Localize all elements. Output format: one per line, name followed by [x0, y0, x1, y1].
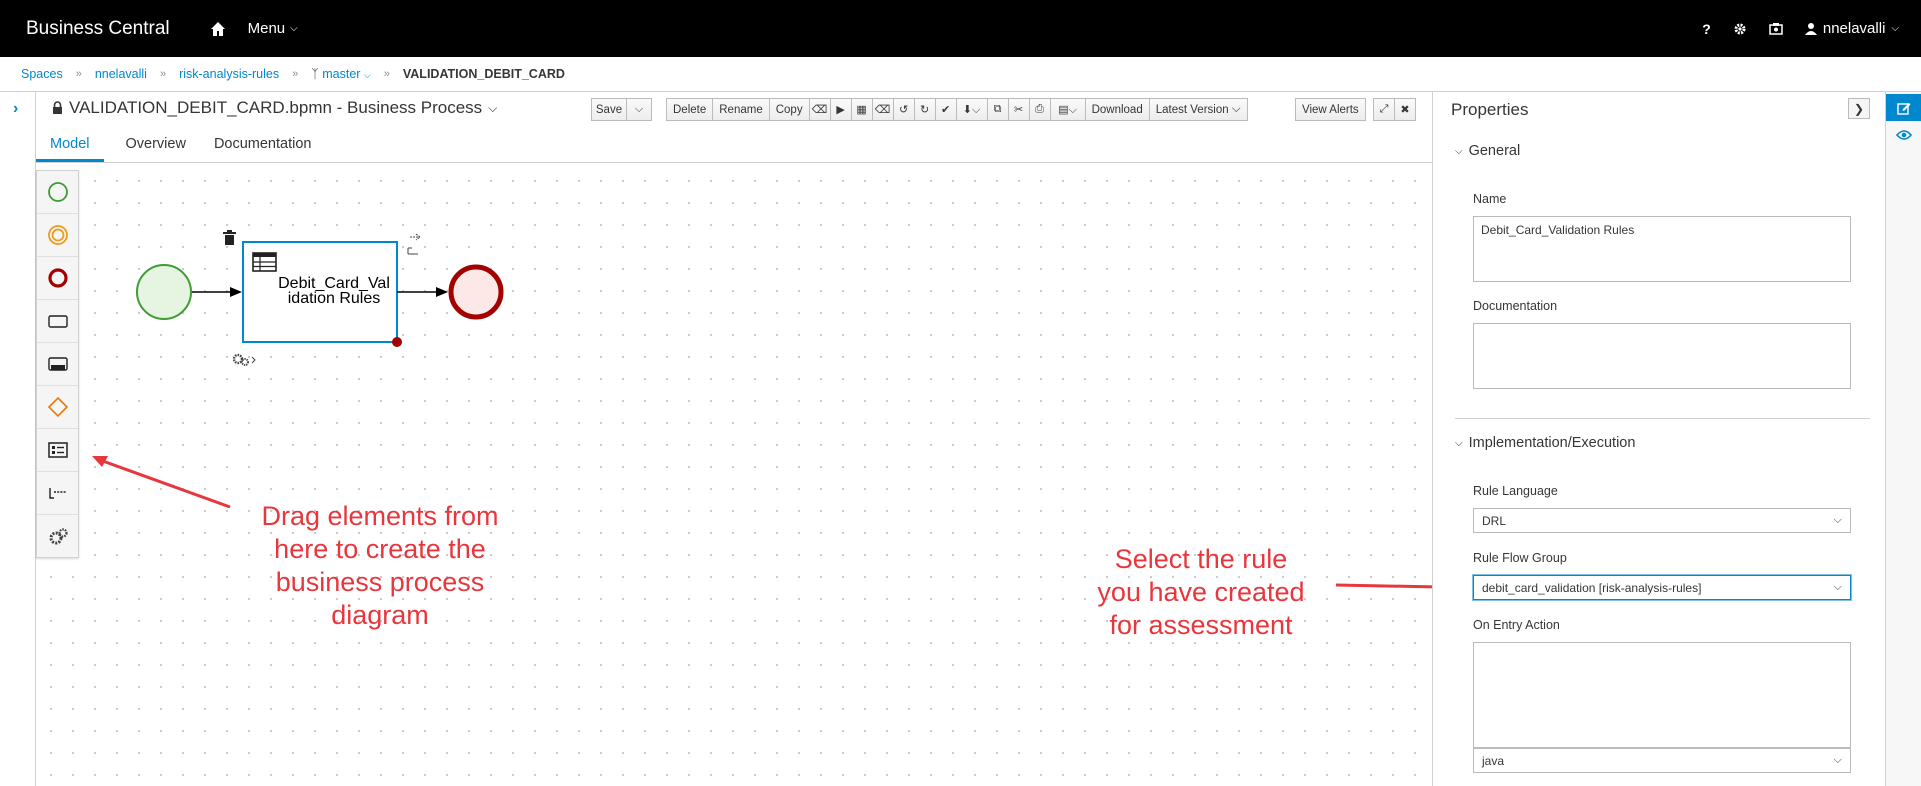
script-language-value: java [1482, 753, 1505, 768]
annotation-left-line: here to create the [274, 534, 486, 564]
annotation-left-line: Drag elements from [261, 501, 499, 531]
user-menu[interactable]: nnelavalli ⌵ [1804, 20, 1899, 37]
annotation-arrow-left [99, 458, 231, 509]
section-general-title: General [1468, 143, 1521, 159]
preview-toggle-button[interactable] [1886, 121, 1921, 148]
rule-language-select[interactable]: DRL ⌵ [1473, 508, 1851, 533]
documentation-field[interactable] [1473, 323, 1851, 389]
chevron-down-icon: ⌵ [1833, 581, 1842, 593]
on-entry-action-label: On Entry Action [1473, 618, 1560, 632]
documentation-label: Documentation [1473, 299, 1558, 313]
right-rail [1885, 92, 1921, 786]
chevron-down-icon: ⌵ [1455, 145, 1463, 157]
section-implementation-header[interactable]: ⌵ Implementation/Execution [1455, 435, 1635, 451]
properties-panel: Properties ❯ ⌵ General Name Debit_Card_V… [1432, 92, 1885, 786]
name-label: Name [1473, 192, 1507, 206]
chevron-down-icon: ⌵ [1455, 437, 1463, 449]
collapse-properties-button[interactable]: ❯ [1848, 98, 1870, 119]
script-language-select[interactable]: java ⌵ [1473, 748, 1851, 773]
tasks-icon[interactable] [1769, 22, 1783, 36]
section-general-header[interactable]: ⌵ General [1455, 143, 1520, 159]
chevron-down-icon: ⌵ [1833, 754, 1842, 766]
help-icon[interactable]: ? [1702, 21, 1711, 37]
section-implementation-title: Implementation/Execution [1468, 435, 1636, 451]
eye-icon [1896, 129, 1912, 140]
annotation-right: Select the rule you have created for ass… [1070, 543, 1332, 642]
on-entry-action-field[interactable] [1473, 642, 1851, 748]
properties-title: Properties [1451, 100, 1529, 119]
rule-flow-group-label: Rule Flow Group [1473, 551, 1567, 565]
annotation-right-line: for assessment [1109, 610, 1293, 640]
chevron-down-icon: ⌵ [1891, 23, 1899, 34]
annotation-left: Drag elements from here to create the bu… [240, 500, 520, 632]
name-field[interactable]: Debit_Card_Validation Rules [1473, 216, 1851, 282]
annotation-arrow-line [1335, 583, 1441, 589]
annotation-arrows [92, 456, 231, 509]
properties-toggle-button[interactable] [1886, 94, 1921, 121]
annotation-right-line: you have created [1097, 577, 1305, 607]
chevron-right-icon: ❯ [1853, 101, 1865, 116]
rule-flow-group-value: debit_card_validation [risk-analysis-rul… [1482, 580, 1702, 595]
annotation-left-line: business process [275, 567, 485, 597]
rule-language-value: DRL [1482, 513, 1507, 528]
annotation-left-line: diagram [331, 600, 429, 630]
rule-flow-group-select[interactable]: debit_card_validation [risk-analysis-rul… [1473, 575, 1851, 600]
user-icon [1804, 23, 1817, 35]
user-name: nnelavalli [1822, 20, 1886, 37]
edit-icon [1897, 102, 1911, 115]
annotation-right-line: Select the rule [1114, 544, 1288, 574]
gear-icon[interactable] [1733, 22, 1747, 36]
rule-language-label: Rule Language [1473, 484, 1558, 498]
chevron-down-icon: ⌵ [1833, 514, 1842, 526]
section-divider [1455, 418, 1870, 419]
